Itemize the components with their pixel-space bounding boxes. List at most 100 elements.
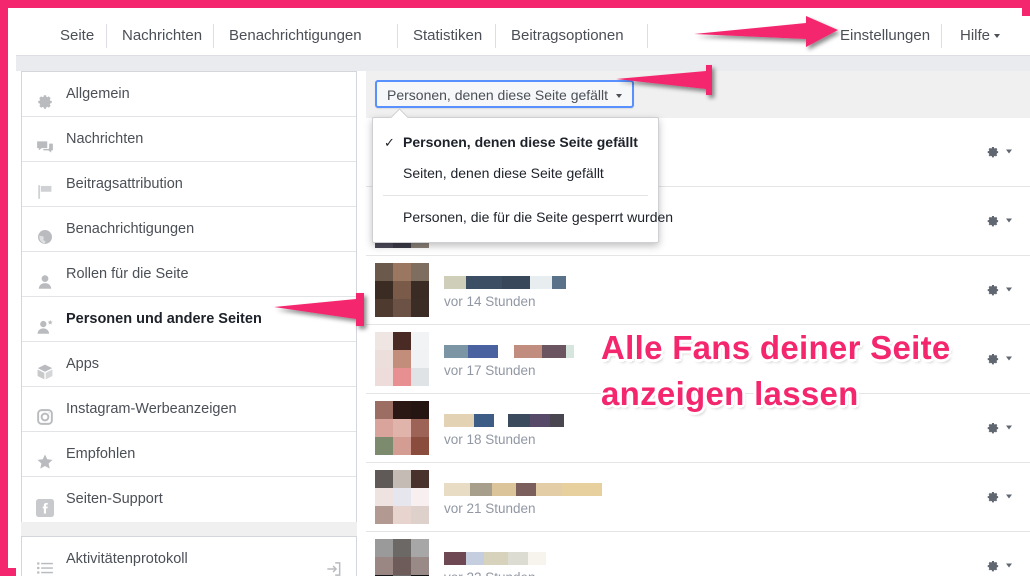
person-star-icon bbox=[36, 310, 54, 334]
facebook-icon bbox=[36, 491, 54, 517]
row-name-redacted bbox=[444, 276, 566, 289]
top-navigation: Seite Nachrichten Benachrichtigungen Sta… bbox=[16, 16, 1030, 56]
caret-down-icon bbox=[615, 93, 622, 98]
sidebar-item-label: Personen und andere Seiten bbox=[66, 311, 262, 327]
sidebar-item-label: Benachrichtigungen bbox=[66, 221, 195, 237]
dropdown-option-personen-gefaellt[interactable]: ✓ Personen, denen diese Seite gefällt bbox=[373, 127, 658, 158]
nav-divider bbox=[495, 24, 496, 48]
sidebar-footer-card: Aktivitätenprotokoll bbox=[21, 536, 357, 576]
callout-line-2: anzeigen lassen bbox=[601, 375, 859, 412]
nav-item-beitragsoptionen[interactable]: Beitragsoptionen bbox=[497, 16, 638, 55]
row-timestamp: vor 14 Stunden bbox=[444, 294, 536, 309]
sidebar-item-personen-und-andere-seiten[interactable]: Personen und andere Seiten bbox=[22, 297, 356, 342]
nav-item-statistiken[interactable]: Statistiken bbox=[399, 16, 496, 55]
caret-down-icon bbox=[1006, 563, 1012, 568]
sidebar-item-label: Empfohlen bbox=[66, 446, 136, 462]
caret-down-icon bbox=[994, 33, 1001, 38]
nav-divider bbox=[213, 24, 214, 48]
row-timestamp: vor 22 Stunden bbox=[444, 570, 536, 576]
box-icon bbox=[36, 355, 54, 380]
sidebar-item-label: Aktivitätenprotokoll bbox=[66, 551, 188, 567]
chat-bubbles-icon bbox=[36, 130, 54, 153]
gear-icon bbox=[987, 284, 999, 296]
caret-down-icon bbox=[1006, 218, 1012, 223]
dropdown-divider bbox=[383, 195, 648, 196]
nav-item-einstellungen[interactable]: Einstellungen bbox=[826, 16, 944, 55]
app-window: Seite Nachrichten Benachrichtigungen Sta… bbox=[16, 16, 1030, 576]
sidebar-item-label: Allgemein bbox=[66, 86, 130, 102]
row-actions[interactable] bbox=[985, 421, 1012, 436]
nav-item-hilfe-label: Hilfe bbox=[960, 27, 991, 44]
row-timestamp: vor 18 Stunden bbox=[444, 432, 536, 447]
main-content: Personen, denen diese Seite gefällt vor … bbox=[366, 71, 1030, 576]
sidebar-item-label: Apps bbox=[66, 356, 100, 372]
gear-icon bbox=[987, 146, 999, 158]
caret-down-icon bbox=[1006, 494, 1012, 499]
nav-item-hilfe[interactable]: Hilfe bbox=[946, 16, 1014, 55]
avatar bbox=[375, 401, 429, 455]
caret-down-icon bbox=[1006, 149, 1012, 154]
sidebar-item-label: Nachrichten bbox=[66, 131, 144, 147]
sidebar-item-seiten-support[interactable]: Seiten-Support bbox=[22, 477, 356, 522]
dropdown-option-label: Seiten, denen diese Seite gefällt bbox=[403, 165, 604, 181]
sidebar-item-nachrichten[interactable]: Nachrichten bbox=[22, 117, 356, 162]
row-actions[interactable] bbox=[985, 352, 1012, 367]
nav-item-nachrichten[interactable]: Nachrichten bbox=[108, 16, 216, 55]
caret-down-icon bbox=[1006, 356, 1012, 361]
gear-icon bbox=[36, 85, 54, 109]
row-name-redacted bbox=[444, 414, 564, 427]
audience-dropdown-menu: ✓ Personen, denen diese Seite gefällt Se… bbox=[372, 108, 673, 243]
sidebar-item-benachrichtigungen[interactable]: Benachrichtigungen bbox=[22, 207, 356, 252]
nav-divider bbox=[397, 24, 398, 48]
row-name-redacted bbox=[444, 345, 574, 358]
row-actions[interactable] bbox=[985, 559, 1012, 574]
caret-down-icon bbox=[1006, 425, 1012, 430]
nav-item-benachrichtigungen[interactable]: Benachrichtigungen bbox=[215, 16, 376, 55]
nav-divider bbox=[647, 24, 648, 48]
row-name-redacted bbox=[444, 552, 546, 565]
content-band bbox=[16, 56, 1030, 71]
sidebar-item-allgemein[interactable]: Allgemein bbox=[22, 72, 356, 117]
sidebar-item-rollen-fuer-die-seite[interactable]: Rollen für die Seite bbox=[22, 252, 356, 297]
dropdown-option-gesperrte-personen[interactable]: Personen, die für die Seite gesperrt wur… bbox=[373, 202, 673, 233]
check-icon: ✓ bbox=[384, 135, 395, 150]
dropdown-option-label: Personen, denen diese Seite gefällt bbox=[403, 134, 638, 150]
globe-icon bbox=[36, 220, 54, 244]
screenshot-frame: Seite Nachrichten Benachrichtigungen Sta… bbox=[0, 0, 1030, 576]
nav-divider bbox=[106, 24, 107, 48]
avatar bbox=[375, 539, 429, 576]
external-link-icon[interactable] bbox=[325, 551, 342, 576]
gear-icon bbox=[987, 560, 999, 572]
row-actions[interactable] bbox=[985, 214, 1012, 229]
dropdown-padding bbox=[373, 233, 658, 242]
sidebar-item-label: Beitragsattribution bbox=[66, 176, 183, 192]
row-actions[interactable] bbox=[985, 145, 1012, 160]
sidebar-item-instagram-werbeanzeigen[interactable]: Instagram-Werbeanzeigen bbox=[22, 387, 356, 432]
sidebar-item-label: Rollen für die Seite bbox=[66, 266, 189, 282]
sidebar-item-beitragsattribution[interactable]: Beitragsattribution bbox=[22, 162, 356, 207]
sidebar-spacer bbox=[21, 522, 357, 536]
row-timestamp: vor 21 Stunden bbox=[444, 501, 536, 516]
table-row[interactable]: vor 22 Stunden bbox=[366, 532, 1030, 576]
row-actions[interactable] bbox=[985, 490, 1012, 505]
gear-icon bbox=[987, 215, 999, 227]
sidebar-item-label: Instagram-Werbeanzeigen bbox=[66, 401, 237, 417]
dropdown-option-seiten-gefaellt[interactable]: Seiten, denen diese Seite gefällt bbox=[373, 158, 658, 189]
table-row[interactable]: vor 14 Stunden bbox=[366, 256, 1030, 325]
nav-item-seite[interactable]: Seite bbox=[46, 16, 108, 55]
star-icon bbox=[36, 445, 54, 469]
avatar bbox=[375, 263, 429, 317]
caret-down-icon bbox=[1006, 287, 1012, 292]
sidebar-item-apps[interactable]: Apps bbox=[22, 342, 356, 387]
sidebar-item-empfohlen[interactable]: Empfohlen bbox=[22, 432, 356, 477]
row-actions[interactable] bbox=[985, 283, 1012, 298]
row-timestamp: vor 17 Stunden bbox=[444, 363, 536, 378]
dropdown-option-label: Personen, die für die Seite gesperrt wur… bbox=[403, 209, 674, 225]
sidebar-item-aktivitaetenprotokoll[interactable]: Aktivitätenprotokoll bbox=[22, 537, 356, 576]
audience-filter-button[interactable]: Personen, denen diese Seite gefällt bbox=[375, 80, 634, 108]
gear-icon bbox=[987, 422, 999, 434]
table-row[interactable]: vor 21 Stunden bbox=[366, 463, 1030, 532]
avatar bbox=[375, 332, 429, 386]
nav-divider bbox=[941, 24, 942, 48]
settings-sidebar: Allgemein Nachrichten Beitragsattributio… bbox=[21, 71, 357, 576]
